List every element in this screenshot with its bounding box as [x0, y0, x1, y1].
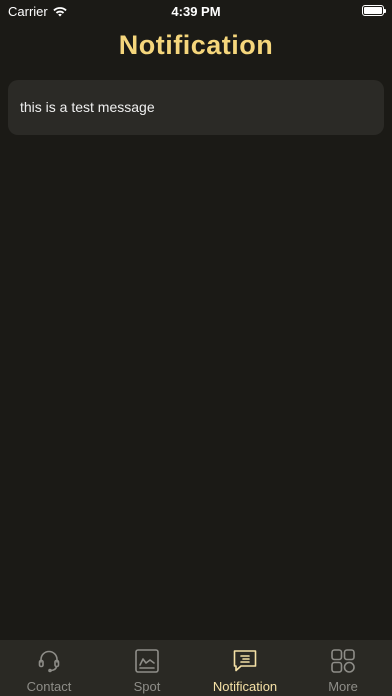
status-time: 4:39 PM: [171, 4, 221, 19]
grid-icon: [331, 649, 355, 673]
spot-card-icon: [135, 649, 159, 673]
message-icon: [233, 650, 257, 672]
tab-spot-label: Spot: [133, 679, 161, 694]
tab-more[interactable]: More: [294, 640, 392, 696]
headset-icon: [38, 650, 60, 673]
page-title: Notification: [118, 30, 274, 60]
tab-notification-label: Notification: [212, 679, 278, 694]
message-card[interactable]: this is a test message: [8, 80, 384, 135]
battery-icon: [362, 5, 386, 16]
battery-tip: [384, 9, 386, 13]
status-bar: Carrier 4:39 PM: [0, 0, 392, 22]
tab-contact[interactable]: Contact: [0, 640, 98, 696]
battery-level: [364, 7, 382, 14]
message-text: this is a test message: [20, 99, 155, 115]
tab-spot[interactable]: Spot: [98, 640, 196, 696]
tab-bar: Contact Spot Notification More: [0, 640, 392, 696]
tab-contact-label: Contact: [26, 679, 72, 694]
tab-notification[interactable]: Notification: [196, 640, 294, 696]
tab-more-label: More: [328, 679, 358, 694]
